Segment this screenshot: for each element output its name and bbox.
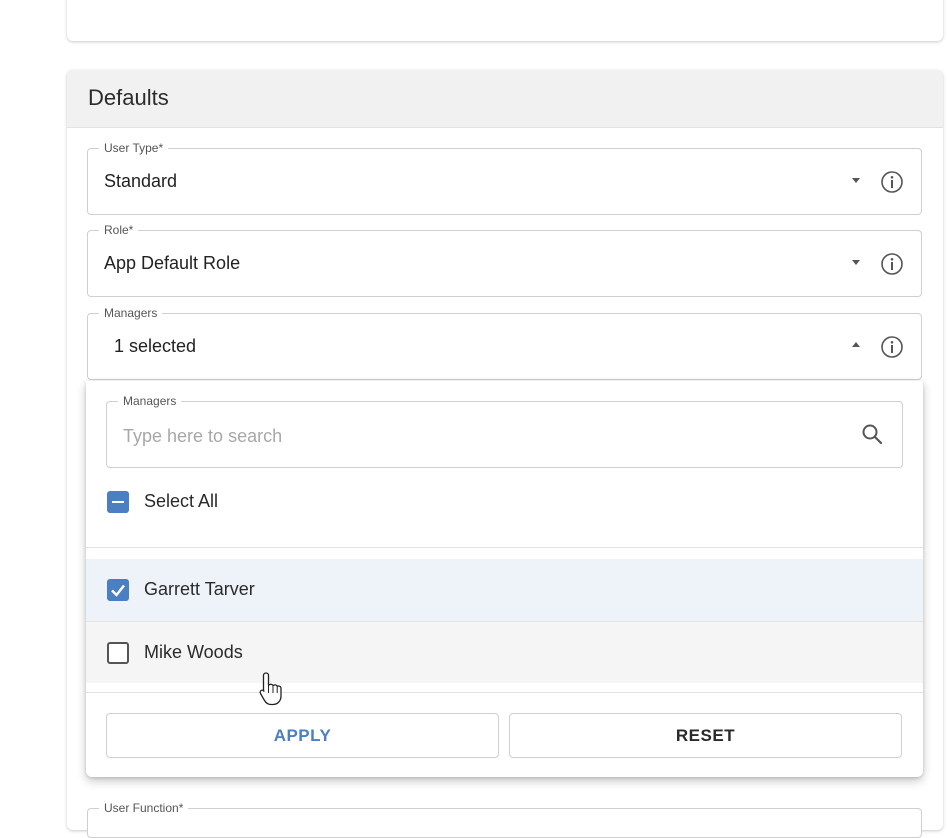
unchecked-checkbox[interactable] [107, 642, 129, 664]
role-label: Role* [99, 223, 139, 237]
chevron-up-icon[interactable] [852, 342, 860, 347]
search-icon[interactable] [860, 422, 884, 446]
managers-search-field[interactable]: Managers [106, 394, 903, 468]
divider [86, 547, 923, 548]
user-function-label: User Function* [99, 801, 189, 815]
panel-header: Defaults [67, 70, 943, 128]
info-icon[interactable] [879, 169, 905, 195]
list-item[interactable]: Mike Woods [86, 622, 923, 683]
checkmark-icon [111, 584, 125, 597]
managers-search-label: Managers [118, 394, 182, 408]
user-function-select[interactable]: User Function* [87, 801, 922, 838]
previous-section-card [67, 0, 943, 41]
chevron-down-icon[interactable] [852, 260, 860, 265]
user-type-label: User Type* [99, 141, 169, 155]
hand-cursor-icon [259, 672, 282, 706]
managers-label: Managers [99, 306, 163, 320]
option-label: Mike Woods [144, 642, 243, 662]
reset-button[interactable]: RESET [509, 713, 902, 758]
info-icon[interactable] [879, 334, 905, 360]
managers-dropdown: Managers Select All Garrett Tarver Mike … [86, 381, 923, 777]
managers-search-input[interactable] [123, 422, 823, 450]
role-select[interactable]: Role* App Default Role [87, 223, 922, 297]
panel-title: Defaults [88, 85, 169, 110]
divider [86, 692, 923, 693]
info-icon[interactable] [879, 251, 905, 277]
user-type-select[interactable]: User Type* Standard [87, 141, 922, 215]
option-label: Garrett Tarver [144, 579, 255, 599]
checked-checkbox[interactable] [107, 579, 129, 601]
apply-button[interactable]: APPLY [106, 713, 499, 758]
chevron-down-icon[interactable] [852, 178, 860, 183]
managers-select[interactable]: Managers 1 selected [87, 306, 922, 380]
role-value: App Default Role [104, 253, 241, 273]
user-type-value: Standard [104, 171, 178, 191]
select-all-checkbox[interactable] [107, 491, 129, 513]
managers-value: 1 selected [114, 336, 197, 356]
select-all-label: Select All [144, 491, 219, 511]
list-item[interactable]: Garrett Tarver [86, 559, 923, 621]
